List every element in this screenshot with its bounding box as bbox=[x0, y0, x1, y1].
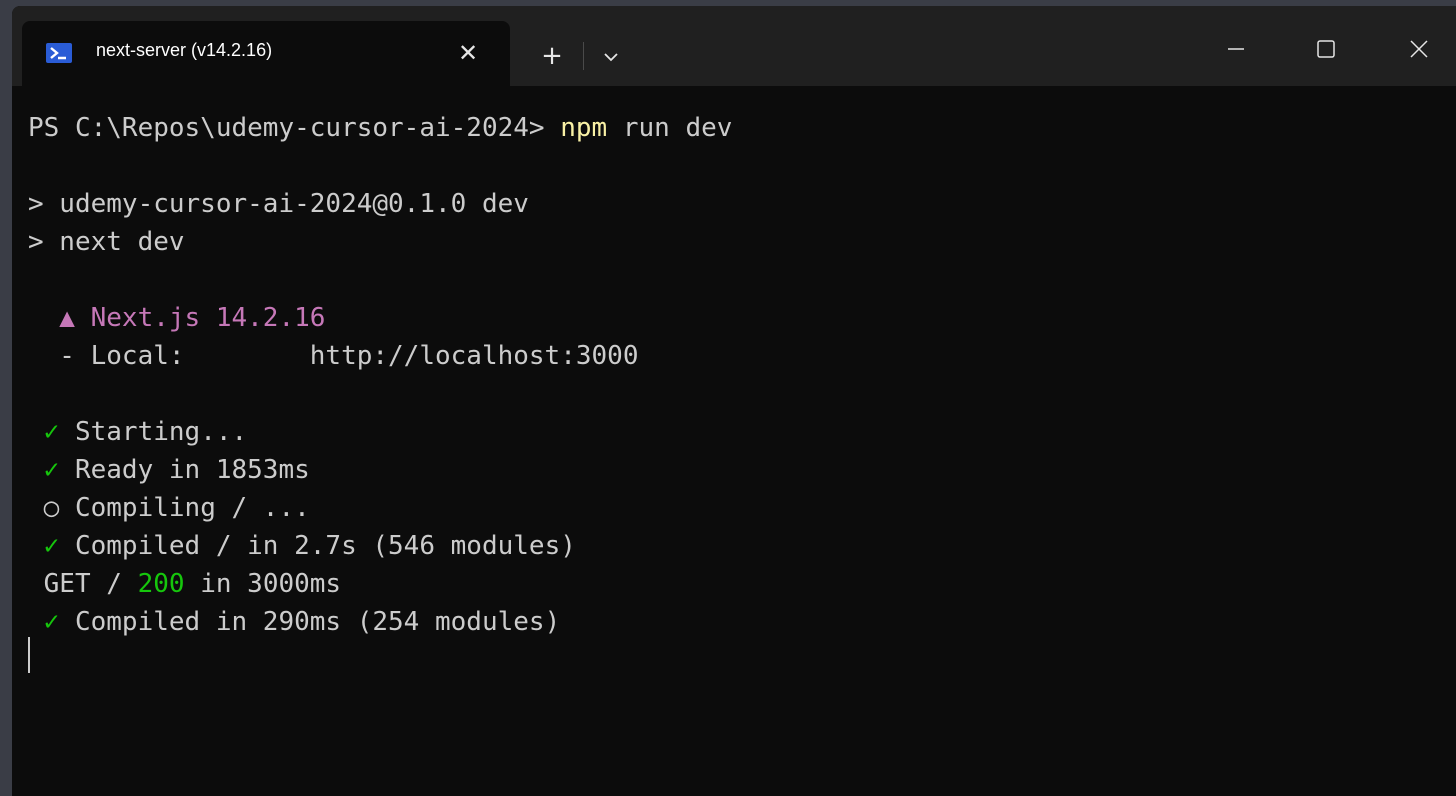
compiling-text: Compiling / ... bbox=[59, 493, 310, 523]
check-icon: ✓ bbox=[28, 531, 60, 561]
get-prefix: GET / bbox=[28, 569, 138, 599]
compiling-line: ○ Compiling / ... bbox=[28, 489, 310, 527]
compiled-text-1: Compiled / in 2.7s (546 modules) bbox=[59, 531, 576, 561]
command-args: run dev bbox=[607, 113, 733, 143]
prompt-text: PS C:\Repos\udemy-cursor-ai-2024> bbox=[28, 113, 561, 143]
minimize-button[interactable] bbox=[1213, 26, 1259, 72]
compiled-line-2: ✓ Compiled in 290ms (254 modules) bbox=[28, 603, 561, 641]
minimize-icon bbox=[1228, 48, 1244, 50]
get-suffix: in 3000ms bbox=[184, 569, 342, 599]
check-icon: ✓ bbox=[28, 417, 60, 447]
command-name: npm bbox=[560, 113, 608, 143]
chevron-down-icon[interactable] bbox=[596, 38, 626, 74]
new-tab-button[interactable]: + bbox=[532, 36, 572, 76]
check-icon: ✓ bbox=[28, 607, 60, 637]
terminal-tab[interactable]: next-server (v14.2.16) ✕ bbox=[22, 21, 510, 86]
maximize-icon bbox=[1317, 40, 1335, 58]
prompt-line: PS C:\Repos\udemy-cursor-ai-2024> npm ru… bbox=[28, 109, 732, 147]
ready-text: Ready in 1853ms bbox=[59, 455, 310, 485]
compiled-text-2: Compiled in 290ms (254 modules) bbox=[59, 607, 561, 637]
get-request-line: GET / 200 in 3000ms bbox=[28, 565, 341, 603]
close-icon bbox=[1410, 40, 1428, 58]
compiled-line-1: ✓ Compiled / in 2.7s (546 modules) bbox=[28, 527, 576, 565]
ready-line: ✓ Ready in 1853ms bbox=[28, 451, 310, 489]
text-cursor bbox=[28, 637, 30, 673]
tab-separator bbox=[583, 42, 584, 70]
starting-line: ✓ Starting... bbox=[28, 413, 248, 451]
powershell-icon bbox=[46, 43, 72, 63]
nextjs-banner: ▲ Next.js 14.2.16 bbox=[28, 303, 326, 333]
circle-icon: ○ bbox=[28, 493, 60, 523]
starting-text: Starting... bbox=[59, 417, 248, 447]
next-dev-line: > next dev bbox=[28, 227, 185, 257]
check-icon: ✓ bbox=[28, 455, 60, 485]
status-code: 200 bbox=[137, 569, 185, 599]
tab-title: next-server (v14.2.16) bbox=[96, 40, 273, 60]
local-url-line: - Local: http://localhost:3000 bbox=[28, 341, 639, 371]
close-window-button[interactable] bbox=[1396, 26, 1442, 72]
terminal-output[interactable]: PS C:\Repos\udemy-cursor-ai-2024> npm ru… bbox=[12, 86, 1456, 796]
tab-close-icon[interactable]: ✕ bbox=[450, 35, 486, 71]
maximize-button[interactable] bbox=[1303, 26, 1349, 72]
title-bar[interactable]: next-server (v14.2.16) ✕ + bbox=[12, 6, 1456, 86]
terminal-window: next-server (v14.2.16) ✕ + PS C:\Repos\u… bbox=[12, 6, 1456, 796]
script-line: > udemy-cursor-ai-2024@0.1.0 dev bbox=[28, 189, 529, 219]
